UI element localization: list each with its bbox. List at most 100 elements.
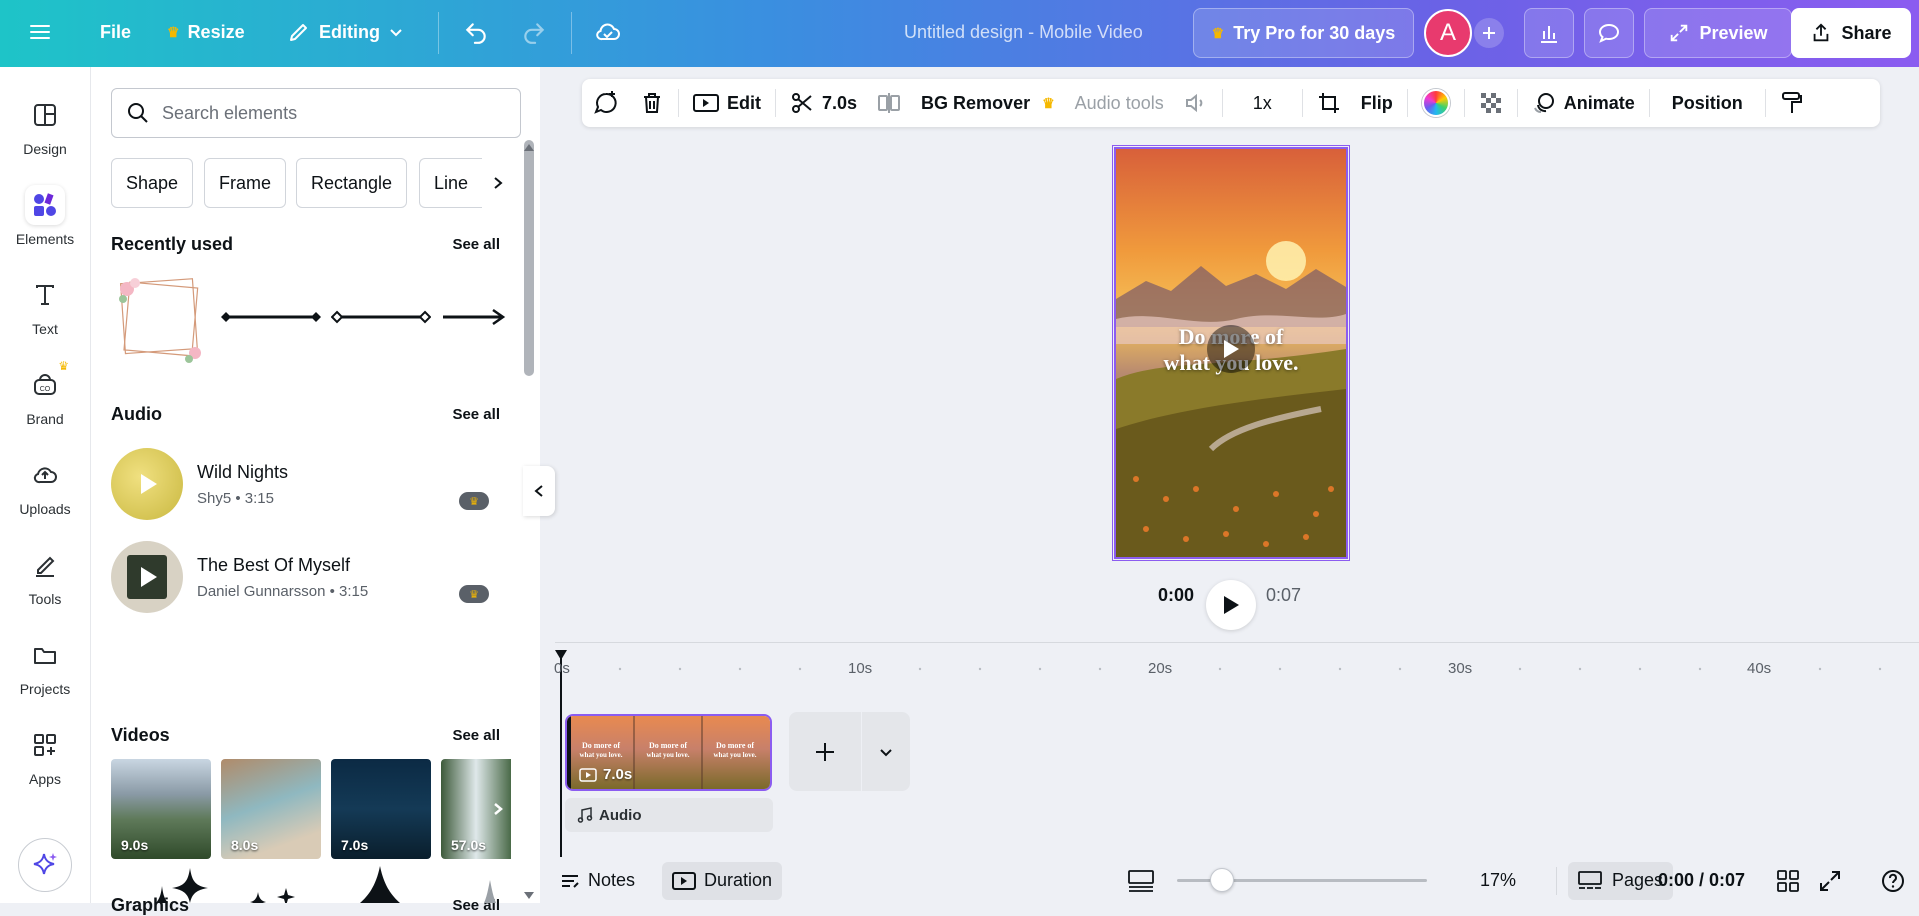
audio-track-label: Audio — [599, 807, 642, 824]
scroll-up-icon[interactable] — [523, 142, 535, 152]
comment-add-button[interactable] — [582, 79, 630, 127]
see-all-audio[interactable]: See all — [452, 406, 500, 423]
edit-label: Edit — [727, 93, 761, 114]
preview-button[interactable]: Preview — [1644, 8, 1792, 58]
nav-item-apps[interactable]: Apps — [0, 725, 90, 787]
try-pro-label: Try Pro for 30 days — [1233, 23, 1395, 44]
nav-item-uploads[interactable]: Uploads — [0, 455, 90, 517]
line-hollow-diamond-element[interactable] — [331, 307, 431, 327]
volume-button[interactable] — [1174, 79, 1218, 127]
notes-button[interactable]: Notes — [560, 870, 635, 891]
duration-button[interactable]: Duration — [662, 862, 782, 900]
redo-button[interactable] — [521, 8, 547, 56]
crown-icon: ♛ — [459, 492, 489, 510]
undo-button[interactable] — [463, 8, 489, 56]
position-button[interactable]: Position — [1654, 79, 1761, 127]
design-title[interactable]: Untitled design - Mobile Video — [904, 8, 1143, 56]
trim-button[interactable]: 7.0s — [780, 79, 867, 127]
chip-rectangle[interactable]: Rectangle — [296, 158, 407, 208]
try-pro-button[interactable]: ♛ Try Pro for 30 days — [1193, 8, 1414, 58]
collapse-panel-button[interactable] — [523, 466, 555, 516]
video-thumbnail[interactable]: 7.0s — [331, 759, 431, 859]
time-ruler[interactable]: 0s 10s 20s 30s 40s — [555, 660, 1919, 690]
panel-scrollbar[interactable] — [524, 140, 534, 376]
zoom-level[interactable]: 17% — [1458, 870, 1538, 891]
transparency-button[interactable] — [1469, 79, 1513, 127]
crop-button[interactable] — [1307, 79, 1351, 127]
add-page-button[interactable] — [789, 712, 861, 791]
line-diamond-element[interactable] — [221, 307, 321, 327]
nav-item-design[interactable]: Design — [0, 95, 90, 157]
chip-line[interactable]: Line — [419, 158, 482, 208]
see-all-videos[interactable]: See all — [452, 727, 500, 744]
transparency-icon — [1479, 91, 1503, 115]
insights-button[interactable] — [1524, 8, 1574, 58]
add-collaborator-button[interactable] — [1474, 18, 1504, 48]
hamburger-icon — [28, 20, 52, 44]
grid-view-button[interactable] — [1777, 870, 1799, 892]
search-input[interactable] — [162, 103, 492, 124]
video-icon — [693, 93, 719, 113]
audio-thumbnail[interactable] — [111, 448, 183, 520]
magic-assistant-button[interactable] — [18, 838, 72, 892]
audio-track[interactable]: The Best Of Myself Daniel Gunnarsson • 3… — [111, 541, 511, 613]
flip-button[interactable]: Flip — [1351, 79, 1403, 127]
fullscreen-button[interactable] — [1819, 870, 1841, 892]
left-nav: Design Elements Text CO♛ Brand Uploads T… — [0, 67, 90, 903]
save-status-button[interactable] — [594, 8, 622, 56]
canvas-play-button[interactable] — [1207, 325, 1255, 373]
nav-item-text[interactable]: Text — [0, 275, 90, 337]
track-title: Wild Nights — [197, 462, 288, 483]
nav-item-brand[interactable]: CO♛ Brand — [0, 365, 90, 427]
audio-track[interactable]: Wild Nights Shy5 • 3:15 ♛ — [111, 448, 511, 520]
graphics-preview-row[interactable] — [140, 866, 520, 903]
videos-next-button[interactable] — [483, 794, 513, 824]
color-button[interactable] — [1412, 79, 1460, 127]
animate-button[interactable]: Animate — [1522, 79, 1645, 127]
file-menu[interactable]: File — [86, 8, 145, 56]
bg-remover-label: BG Remover — [921, 93, 1030, 114]
help-button[interactable] — [1881, 869, 1905, 893]
video-clip[interactable]: Do more of what you love. Do more of wha… — [565, 714, 772, 791]
zoom-slider[interactable] — [1177, 879, 1427, 882]
share-button[interactable]: Share — [1791, 8, 1911, 58]
chip-frame[interactable]: Frame — [204, 158, 286, 208]
see-all-recent[interactable]: See all — [452, 236, 500, 253]
split-button[interactable] — [867, 79, 911, 127]
nav-item-elements[interactable]: Elements — [0, 185, 90, 247]
resize-button[interactable]: ♛ Resize — [153, 8, 259, 56]
nav-item-tools[interactable]: Tools — [0, 545, 90, 607]
avatar[interactable]: A — [1424, 9, 1472, 57]
add-page-options-button[interactable] — [862, 712, 910, 791]
page-view-button[interactable] — [1128, 870, 1154, 892]
divider — [1464, 89, 1465, 117]
line-arrow-element[interactable] — [441, 307, 511, 327]
clip-duration: 7.0s — [603, 766, 632, 783]
video-thumbnail[interactable]: 9.0s — [111, 759, 211, 859]
divider — [775, 89, 776, 117]
total-time: 0:07 — [1266, 585, 1301, 606]
speed-button[interactable]: 1x — [1227, 79, 1298, 127]
comments-button[interactable] — [1584, 8, 1634, 58]
nav-label: Uploads — [19, 501, 70, 517]
floral-frame-element[interactable] — [111, 267, 211, 367]
search-box[interactable] — [111, 88, 521, 138]
main-menu-button[interactable] — [28, 8, 52, 56]
chips-next-button[interactable] — [483, 168, 513, 198]
nav-item-projects[interactable]: Projects — [0, 635, 90, 697]
video-thumbnail[interactable]: 8.0s — [221, 759, 321, 859]
current-time: 0:00 — [1158, 585, 1194, 606]
scroll-down-icon[interactable] — [523, 891, 535, 901]
edit-video-button[interactable]: Edit — [683, 79, 771, 127]
delete-button[interactable] — [630, 79, 674, 127]
audio-track-row[interactable]: Audio — [565, 798, 773, 832]
play-button[interactable] — [1206, 580, 1256, 630]
chip-shape[interactable]: Shape — [111, 158, 193, 208]
audio-tools-button[interactable]: Audio tools — [1065, 79, 1174, 127]
copy-style-button[interactable] — [1770, 79, 1814, 127]
zoom-slider-thumb[interactable] — [1210, 868, 1234, 892]
video-page-canvas[interactable]: Do more of what you love. — [1114, 147, 1348, 559]
audio-thumbnail[interactable] — [111, 541, 183, 613]
editing-dropdown[interactable]: Editing — [273, 8, 418, 56]
bg-remover-button[interactable]: BG Remover ♛ — [911, 79, 1065, 127]
